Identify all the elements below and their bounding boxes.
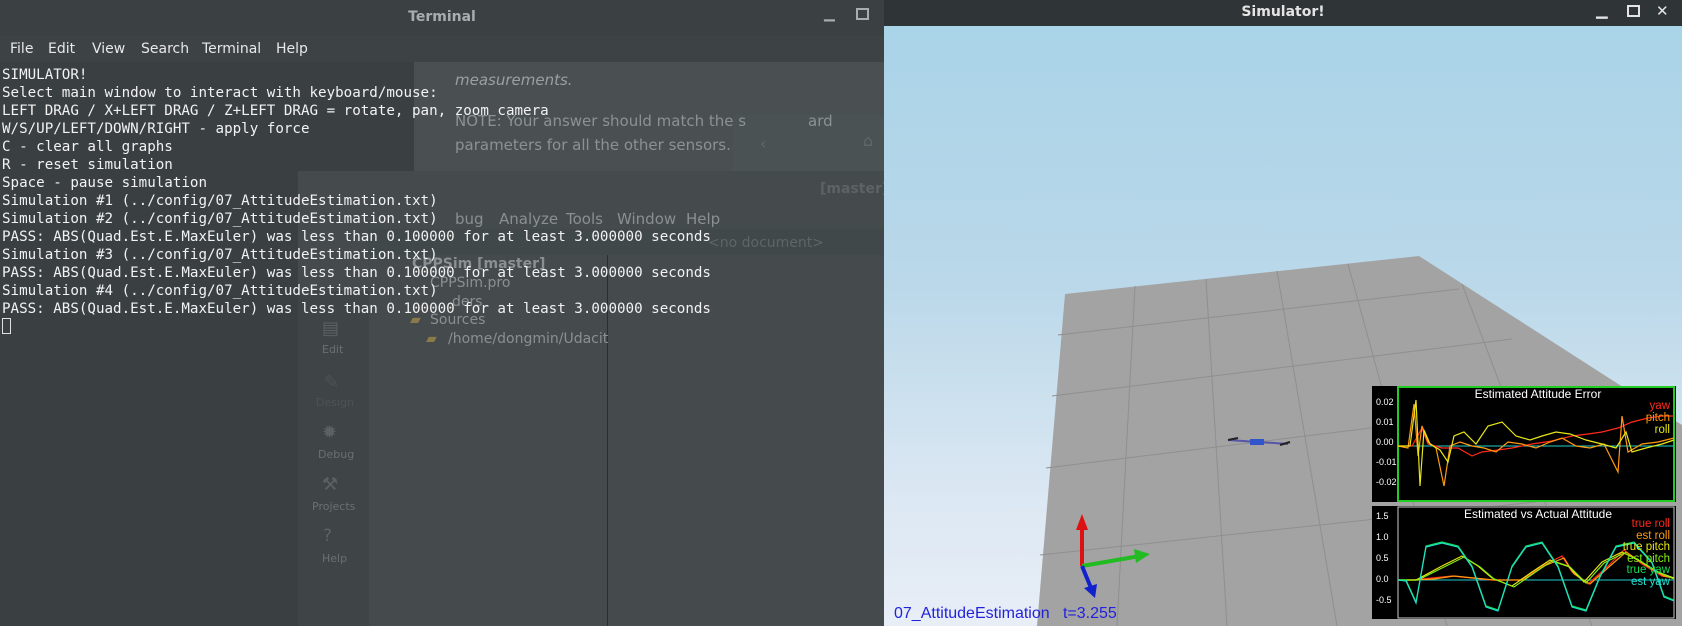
terminal-line: PASS: ABS(Quad.Est.E.MaxEuler) was less … [2, 229, 711, 245]
attitude-error-graph [1397, 386, 1675, 502]
y-tick-label: 1.0 [1376, 532, 1389, 542]
y-tick-label: -0.02 [1376, 477, 1397, 487]
maximize-icon[interactable] [856, 8, 869, 20]
legend-item: yaw [1649, 400, 1670, 412]
y-tick-label: 0.00 [1376, 437, 1394, 447]
menu-edit[interactable]: Edit [48, 41, 75, 57]
terminal-cursor [2, 318, 11, 334]
menu-help[interactable]: Help [276, 41, 308, 57]
y-tick-label: 0.5 [1376, 553, 1389, 563]
attitude-error-plot[interactable]: Estimated Attitude Error 0.02 0.01 0.00 … [1372, 386, 1676, 502]
terminal-line: Select main window to interact with keyb… [2, 85, 438, 101]
minimize-icon[interactable]: ▁ [824, 6, 835, 22]
legend-item: pitch [1645, 412, 1670, 424]
menu-terminal[interactable]: Terminal [202, 41, 261, 57]
y-tick-label: -0.01 [1376, 457, 1397, 467]
terminal-menubar: File Edit View Search Terminal Help [0, 36, 884, 62]
terminal-line: PASS: ABS(Quad.Est.E.MaxEuler) was less … [2, 301, 711, 317]
legend-item: true pitch [1622, 541, 1670, 553]
legend-item: est yaw [1631, 575, 1670, 588]
legend-item: true roll [1631, 518, 1670, 530]
y-tick-label: 1.5 [1376, 511, 1389, 521]
y-tick-label: 0.02 [1376, 397, 1394, 407]
terminal-line: PASS: ABS(Quad.Est.E.MaxEuler) was less … [2, 265, 711, 281]
terminal-line: Simulation #3 (../config/07_AttitudeEsti… [2, 247, 438, 263]
menu-file[interactable]: File [10, 41, 33, 57]
menu-search[interactable]: Search [141, 41, 189, 57]
background-ide-mode: Design [316, 396, 354, 409]
terminal-line: Simulation #4 (../config/07_AttitudeEsti… [2, 283, 438, 299]
plot-legend: yaw pitch roll [1646, 400, 1670, 436]
estimated-vs-actual-plot[interactable]: Estimated vs Actual Attitude 1.5 1.0 0.5… [1372, 506, 1676, 619]
plot-title: Estimated Attitude Error [1474, 387, 1602, 401]
terminal-line: C - clear all graphs [2, 139, 173, 155]
series-pitch [1397, 403, 1675, 487]
terminal-output: SIMULATOR! Select main window to interac… [2, 66, 711, 318]
legend-item: true yaw [1626, 564, 1670, 576]
terminal-line: W/S/UP/LEFT/DOWN/RIGHT - apply force [2, 121, 310, 137]
bug-icon: ✹ [322, 422, 338, 443]
plot-legend: true roll est roll true pitch est pitch … [1622, 518, 1670, 588]
background-ide-mode: Edit [322, 343, 344, 356]
folder-icon: ▰ [426, 331, 437, 347]
background-ide-mode: Projects [312, 500, 356, 513]
terminal-line: Space - pause simulation [2, 175, 207, 191]
help-icon: ? [323, 526, 333, 546]
background-ide-path: /home/dongmin/Udacit [448, 331, 609, 347]
background-ide-mode: Debug [318, 448, 355, 461]
terminal-line: R - reset simulation [2, 157, 173, 173]
background-ide-mode: Help [322, 552, 348, 565]
wrench-icon: ⚒ [322, 474, 339, 495]
background-ide-branch: [master] [820, 181, 884, 197]
terminal-window[interactable]: Terminal ▁ File Edit View Search Termina… [0, 0, 884, 626]
y-tick-label: 0.01 [1376, 417, 1394, 427]
background-doc-line: ard [808, 112, 833, 130]
edit-mode-icon: ▤ [322, 318, 340, 339]
terminal-title: Terminal [408, 9, 476, 25]
terminal-line: Simulation #2 (../config/07_AttitudeEsti… [2, 211, 438, 227]
legend-item: roll [1654, 424, 1670, 436]
terminal-line: SIMULATOR! [2, 67, 88, 83]
simulation-status: 07_AttitudeEstimation t=3.255 [894, 605, 1117, 622]
terminal-line: Simulation #1 (../config/07_AttitudeEsti… [2, 193, 438, 209]
home-icon: ⌂ [863, 131, 874, 150]
background-ide-no-document: <no document> [708, 235, 824, 251]
terminal-line: LEFT DRAG / X+LEFT DRAG / Z+LEFT DRAG = … [2, 103, 549, 119]
y-tick-label: 0.0 [1376, 574, 1389, 584]
menu-view[interactable]: View [92, 41, 125, 57]
pencil-icon: ✎ [324, 372, 340, 393]
terminal-titlebar[interactable]: Terminal ▁ [0, 0, 884, 36]
simulator-window[interactable]: Simulator! ▁ ✕ Estimated Attitude Error … [884, 0, 1682, 626]
y-tick-label: -0.5 [1376, 595, 1392, 605]
plot-title: Estimated vs Actual Attitude [1463, 507, 1613, 521]
back-arrow-icon: ‹ [760, 134, 767, 153]
desktop: Terminal ▁ File Edit View Search Termina… [0, 0, 1682, 626]
